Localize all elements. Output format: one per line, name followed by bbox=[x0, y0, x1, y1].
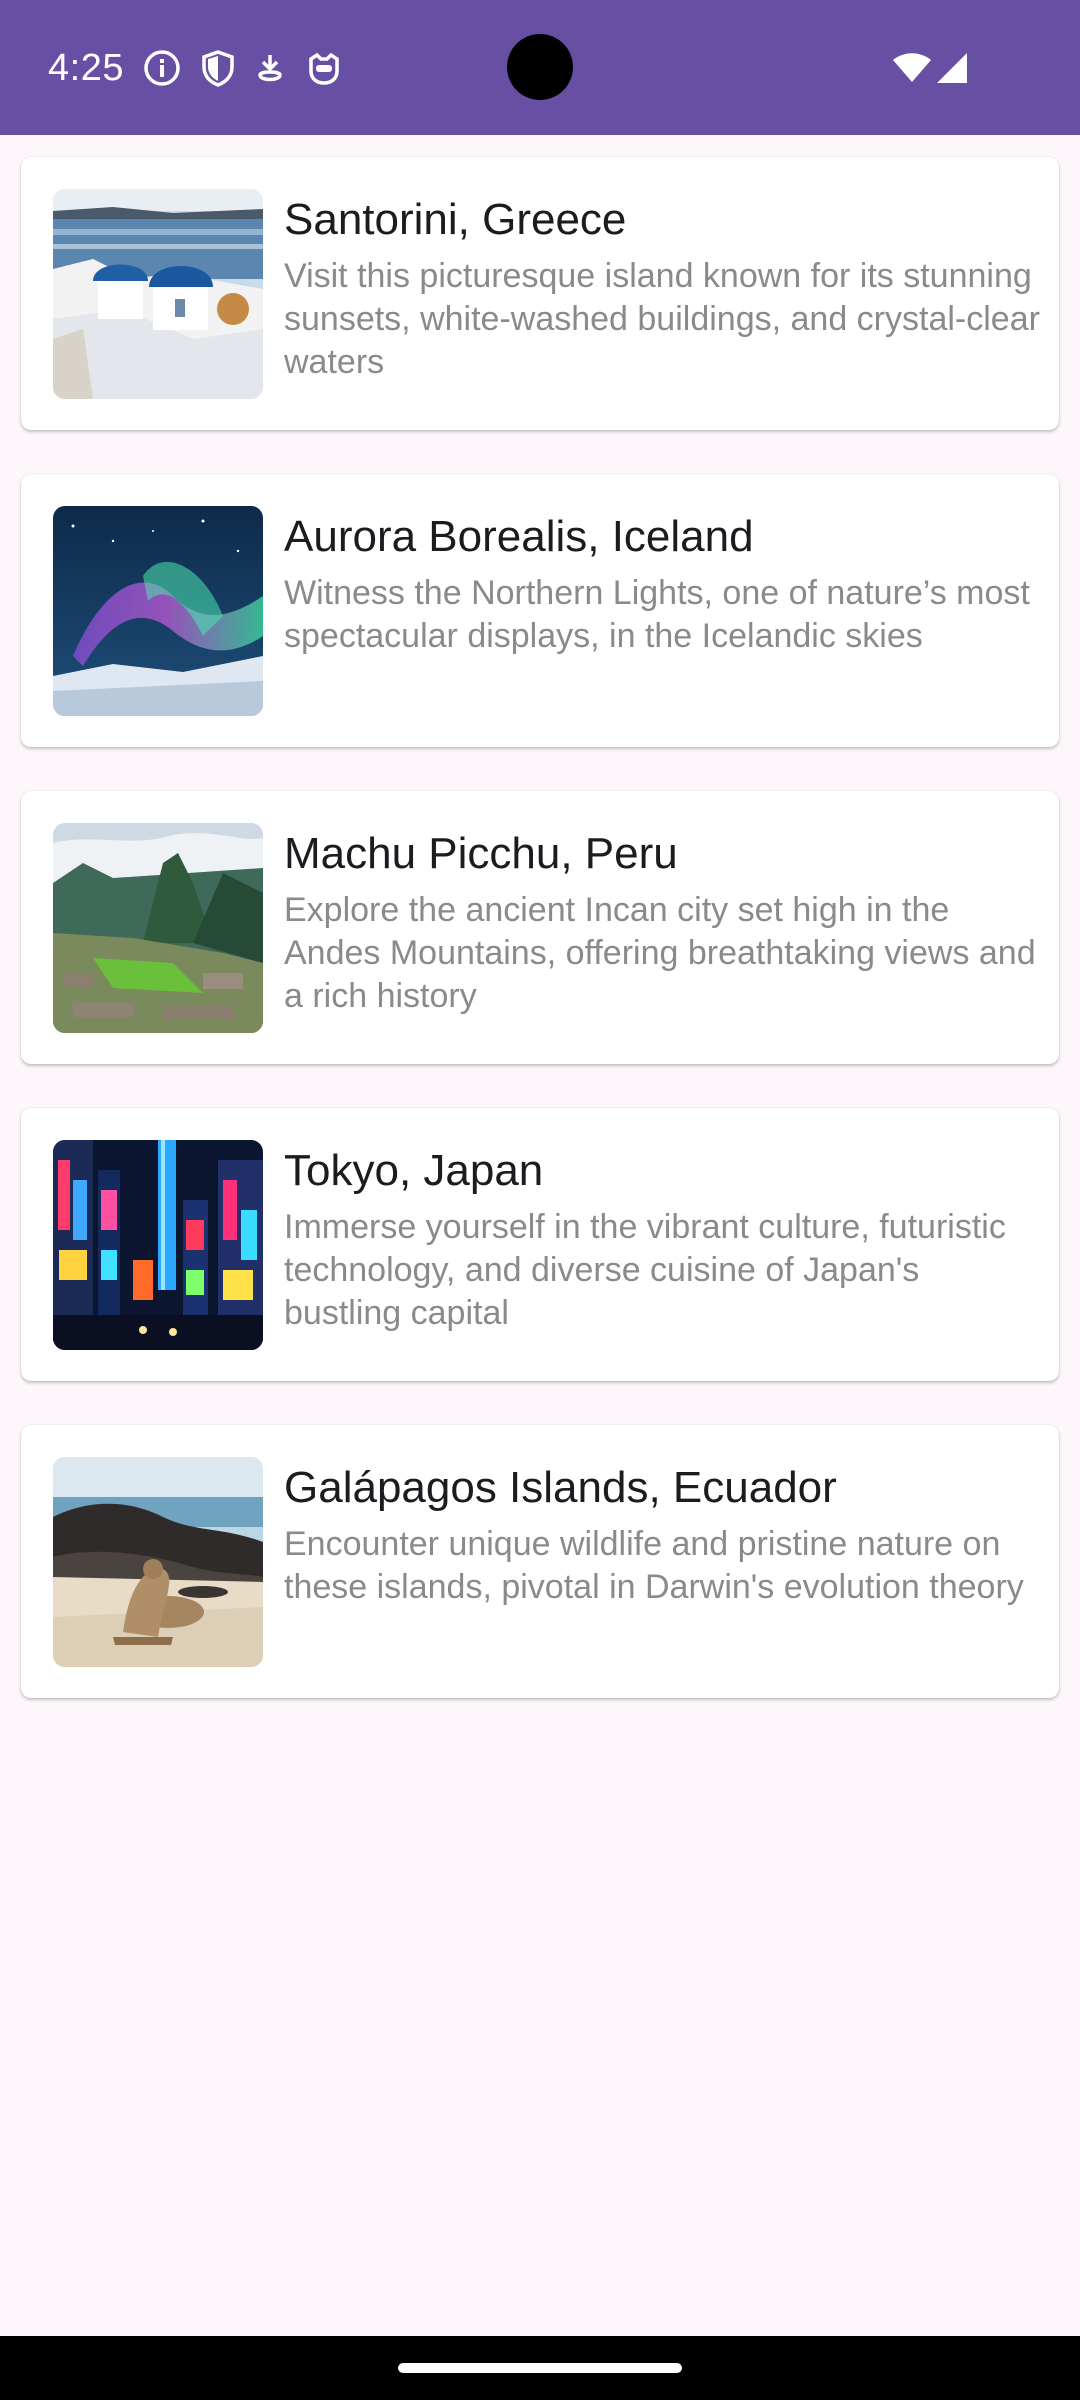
camera-cutout bbox=[507, 34, 573, 100]
card-description: Encounter unique wildlife and pristine n… bbox=[284, 1525, 1024, 1606]
card-description: Immerse yourself in the vibrant culture,… bbox=[284, 1208, 1006, 1332]
status-bar: 4:25 bbox=[0, 0, 1080, 135]
system-icons bbox=[892, 52, 968, 84]
aurora-image bbox=[53, 506, 263, 716]
destination-card[interactable]: Machu Picchu, Peru Explore the ancient I… bbox=[21, 791, 1059, 1064]
cat-face-icon bbox=[305, 49, 343, 87]
card-text: Galápagos Islands, Ecuador Encounter uni… bbox=[284, 1461, 1044, 1609]
notification-icons bbox=[143, 48, 343, 88]
destination-list: Santorini, Greece Visit this picturesque… bbox=[21, 157, 1059, 1742]
wifi-icon bbox=[892, 52, 932, 84]
navigation-bar bbox=[0, 2336, 1080, 2400]
machu-picchu-image bbox=[53, 823, 263, 1033]
card-text: Santorini, Greece Visit this picturesque… bbox=[284, 193, 1044, 384]
tokyo-image bbox=[53, 1140, 263, 1350]
destination-card[interactable]: Tokyo, Japan Immerse yourself in the vib… bbox=[21, 1108, 1059, 1381]
card-description: Visit this picturesque island known for … bbox=[284, 257, 1040, 381]
santorini-image bbox=[53, 189, 263, 399]
download-icon bbox=[255, 49, 285, 87]
destination-card[interactable]: Galápagos Islands, Ecuador Encounter uni… bbox=[21, 1425, 1059, 1698]
home-indicator[interactable] bbox=[398, 2363, 682, 2373]
galapagos-image bbox=[53, 1457, 263, 1667]
card-text: Machu Picchu, Peru Explore the ancient I… bbox=[284, 827, 1044, 1018]
card-description: Witness the Northern Lights, one of natu… bbox=[284, 574, 1030, 655]
card-title: Aurora Borealis, Iceland bbox=[284, 512, 754, 561]
destination-card[interactable]: Santorini, Greece Visit this picturesque… bbox=[21, 157, 1059, 430]
info-icon bbox=[143, 49, 181, 87]
cellular-signal-icon bbox=[936, 52, 968, 84]
card-description: Explore the ancient Incan city set high … bbox=[284, 891, 1036, 1015]
destination-card[interactable]: Aurora Borealis, Iceland Witness the Nor… bbox=[21, 474, 1059, 747]
card-title: Galápagos Islands, Ecuador bbox=[284, 1463, 837, 1512]
card-title: Machu Picchu, Peru bbox=[284, 829, 678, 878]
card-title: Santorini, Greece bbox=[284, 195, 627, 244]
card-text: Aurora Borealis, Iceland Witness the Nor… bbox=[284, 510, 1044, 658]
card-text: Tokyo, Japan Immerse yourself in the vib… bbox=[284, 1144, 1044, 1335]
card-title: Tokyo, Japan bbox=[284, 1146, 544, 1195]
shield-icon bbox=[201, 49, 235, 87]
status-time: 4:25 bbox=[48, 47, 124, 89]
